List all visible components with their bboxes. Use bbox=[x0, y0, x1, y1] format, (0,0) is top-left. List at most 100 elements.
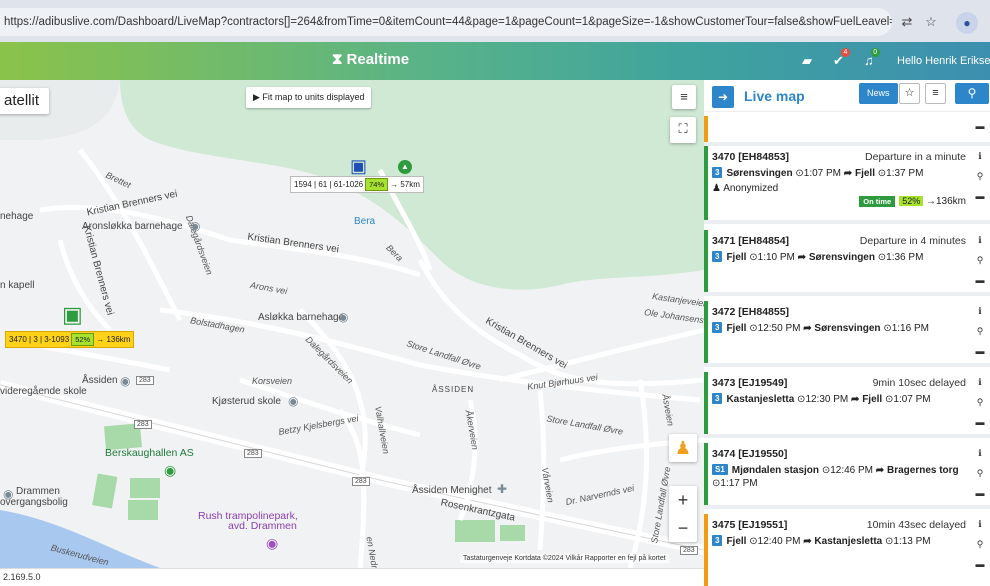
book-icon[interactable]: ▰ bbox=[802, 53, 812, 69]
route-info: 3 Sørensvingen ⊙1:07 PM ➦ Fjell ⊙1:37 PM bbox=[712, 167, 962, 180]
check-shield-icon[interactable]: ✔ 4 bbox=[833, 48, 850, 69]
sidebar-header: ➜ Live map News ☆ ≡ ⚲ bbox=[704, 80, 990, 112]
bus-icon[interactable]: ▬ bbox=[970, 341, 990, 361]
bus-icon[interactable]: ▬ bbox=[970, 554, 990, 574]
info-icon[interactable]: ℹ bbox=[970, 443, 990, 463]
list-item[interactable]: ▬ bbox=[704, 116, 990, 142]
url-field[interactable]: https://adibuslive.com/Dashboard/LiveMap… bbox=[0, 8, 892, 36]
info-icon[interactable]: ℹ bbox=[970, 514, 990, 534]
sports-pin-icon[interactable]: ◉ bbox=[164, 462, 176, 479]
vehicle-name: 3471 [EH84854] bbox=[712, 235, 790, 247]
location-icon[interactable]: ⚲ bbox=[970, 321, 990, 341]
translate-icon[interactable]: ⇄ bbox=[898, 13, 916, 31]
map-label: nehage bbox=[0, 211, 34, 222]
line-badge: 3 bbox=[712, 393, 723, 404]
info-icon[interactable]: ℹ bbox=[970, 372, 990, 392]
location-icon[interactable]: ⚲ bbox=[970, 166, 990, 186]
list-item[interactable]: 3473 [EJ19549] 9min 10sec delayed 3 Kasta… bbox=[704, 372, 990, 434]
departure-status: Departure in a minute bbox=[865, 151, 966, 163]
live-map-sidebar: ➜ Live map News ☆ ≡ ⚲ ▬ 3470 [EH84853] D… bbox=[704, 80, 990, 586]
zoom-in-button[interactable]: + bbox=[669, 486, 697, 514]
attraction-pin-icon[interactable]: ◉ bbox=[266, 535, 278, 552]
vehicle-label[interactable]: 3470 | 3 | 3-1093 52% → 136km bbox=[5, 331, 135, 348]
bell-icon[interactable]: ♫ 0 bbox=[864, 48, 880, 68]
vehicle-label[interactable]: 1594 | 61 | 61-1026 74% → 57km bbox=[290, 176, 424, 193]
info-icon[interactable]: ℹ bbox=[970, 230, 990, 250]
map-type-button[interactable]: atellit bbox=[0, 88, 50, 114]
clock-icon: ⊙ bbox=[749, 323, 758, 334]
route-info: 3 Kastanjesletta ⊙12:30 PM ➦ Fjell ⊙1:07 … bbox=[712, 393, 962, 406]
hourglass-icon: ⧗ bbox=[332, 51, 343, 68]
bus-marker-green[interactable]: ▣ bbox=[62, 302, 83, 328]
street-view-pegman-icon[interactable]: ♟ bbox=[669, 434, 697, 462]
app-header: ⧗ Realtime ▰ ✔ 4 ♫ 0 Hello Henrik Eriksen! bbox=[0, 42, 990, 80]
divider bbox=[704, 505, 990, 509]
delay-status: 10min 43sec delayed bbox=[866, 519, 966, 531]
row-actions: ℹ ⚲ ▬ bbox=[970, 372, 990, 432]
search-icon: ⚲ bbox=[967, 86, 977, 100]
fullscreen-button[interactable]: ⛶ bbox=[670, 117, 696, 143]
info-icon[interactable]: ℹ bbox=[970, 301, 990, 321]
list-item[interactable]: 3472 [EH84855] 3 Fjell ⊙12:50 PM ➦ Sørens… bbox=[704, 301, 990, 363]
distance: →136km bbox=[925, 196, 966, 207]
live-map[interactable]: atellit ▶ Fit map to units displayed ≡ ⛶… bbox=[0, 80, 704, 568]
home-icon: ◉ bbox=[3, 487, 14, 501]
info-icon[interactable]: ℹ bbox=[970, 146, 990, 166]
arrow-icon: ➦ bbox=[875, 465, 885, 476]
notification-badge: 4 bbox=[840, 48, 850, 57]
bus-icon: ▣ bbox=[350, 156, 368, 176]
vehicle-name: 3472 [EH84855] bbox=[712, 306, 790, 318]
sidebar-title: Live map bbox=[744, 88, 805, 104]
location-icon[interactable]: ⚲ bbox=[970, 534, 990, 554]
bus-icon: ▣ bbox=[62, 302, 83, 327]
bus-marker-blue[interactable]: ▣ bbox=[350, 156, 367, 177]
bookmark-star-icon[interactable]: ☆ bbox=[922, 13, 940, 31]
route-info: 3 Fjell ⊙12:40 PM ➦ Kastanjesletta ⊙1:13 … bbox=[712, 535, 962, 548]
map-label: Berskaughallen AS bbox=[105, 447, 194, 459]
fit-map-button[interactable]: ▶ Fit map to units displayed bbox=[246, 87, 372, 108]
map-label: Drammen bbox=[16, 486, 60, 497]
bus-icon[interactable]: ▬ bbox=[970, 412, 990, 432]
page-title: ⧗ Realtime bbox=[332, 51, 410, 68]
map-attribution[interactable]: Tastaturgenveje Kortdata ©2024 Vilkår Ra… bbox=[460, 554, 669, 563]
divider bbox=[704, 292, 990, 296]
clock-icon: ⊙ bbox=[795, 168, 804, 179]
vehicle-name: 3473 [EJ19549] bbox=[712, 377, 788, 389]
school-icon: ◉ bbox=[288, 394, 299, 408]
row-actions: ℹ ⚲ ▬ bbox=[970, 514, 990, 574]
arrow-icon: ➦ bbox=[797, 252, 807, 263]
list-menu-icon[interactable]: ≡ bbox=[925, 83, 946, 104]
delay-status: 9min 10sec delayed bbox=[872, 377, 966, 389]
list-item[interactable]: 3471 [EH84854] Departure in 4 minutes 3F… bbox=[704, 230, 990, 292]
school-icon: ◉ bbox=[120, 374, 131, 388]
map-menu-button[interactable]: ≡ bbox=[672, 85, 696, 109]
bus-icon[interactable]: ▬ bbox=[970, 116, 990, 136]
search-button[interactable]: ⚲ bbox=[955, 83, 989, 104]
arrow-icon: ➦ bbox=[803, 536, 812, 547]
list-item[interactable]: 3470 [EH84853] Departure in a minute 3 Sø… bbox=[704, 146, 990, 220]
arrow-up-icon: ▲ bbox=[398, 160, 412, 174]
location-icon[interactable]: ⚲ bbox=[970, 463, 990, 483]
news-button[interactable]: News bbox=[859, 83, 898, 104]
star-icon[interactable]: ☆ bbox=[899, 83, 920, 104]
map-label: Bera bbox=[354, 216, 376, 227]
road-shield: 283 bbox=[680, 546, 698, 555]
divider bbox=[704, 363, 990, 367]
collapse-sidebar-button[interactable]: ➜ bbox=[712, 86, 734, 108]
vehicle-name: 3475 [EJ19551] bbox=[712, 519, 788, 531]
bus-icon[interactable]: ▬ bbox=[970, 186, 990, 206]
location-icon[interactable]: ⚲ bbox=[970, 392, 990, 412]
direction-marker: ▲ bbox=[398, 160, 412, 174]
list-item[interactable]: 3475 [EJ19551] 10min 43sec delayed 3 Fjel… bbox=[704, 514, 990, 586]
bus-icon[interactable]: ▬ bbox=[970, 483, 990, 503]
zoom-out-button[interactable]: − bbox=[669, 514, 697, 542]
school-icon: ◉ bbox=[190, 219, 201, 233]
list-item[interactable]: 3474 [EJ19550] S1 Mjøndalen stasjon ⊙12:4… bbox=[704, 443, 990, 505]
user-greeting[interactable]: Hello Henrik Eriksen! bbox=[897, 55, 990, 67]
clock-icon: ⊙ bbox=[749, 252, 758, 263]
zoom-control: + − bbox=[669, 486, 697, 542]
route-info: S1 Mjøndalen stasjon ⊙12:46 PM ➦ Bragerne… bbox=[712, 464, 959, 489]
bus-icon[interactable]: ▬ bbox=[970, 270, 990, 290]
profile-icon[interactable]: ● bbox=[956, 12, 978, 34]
location-icon[interactable]: ⚲ bbox=[970, 250, 990, 270]
